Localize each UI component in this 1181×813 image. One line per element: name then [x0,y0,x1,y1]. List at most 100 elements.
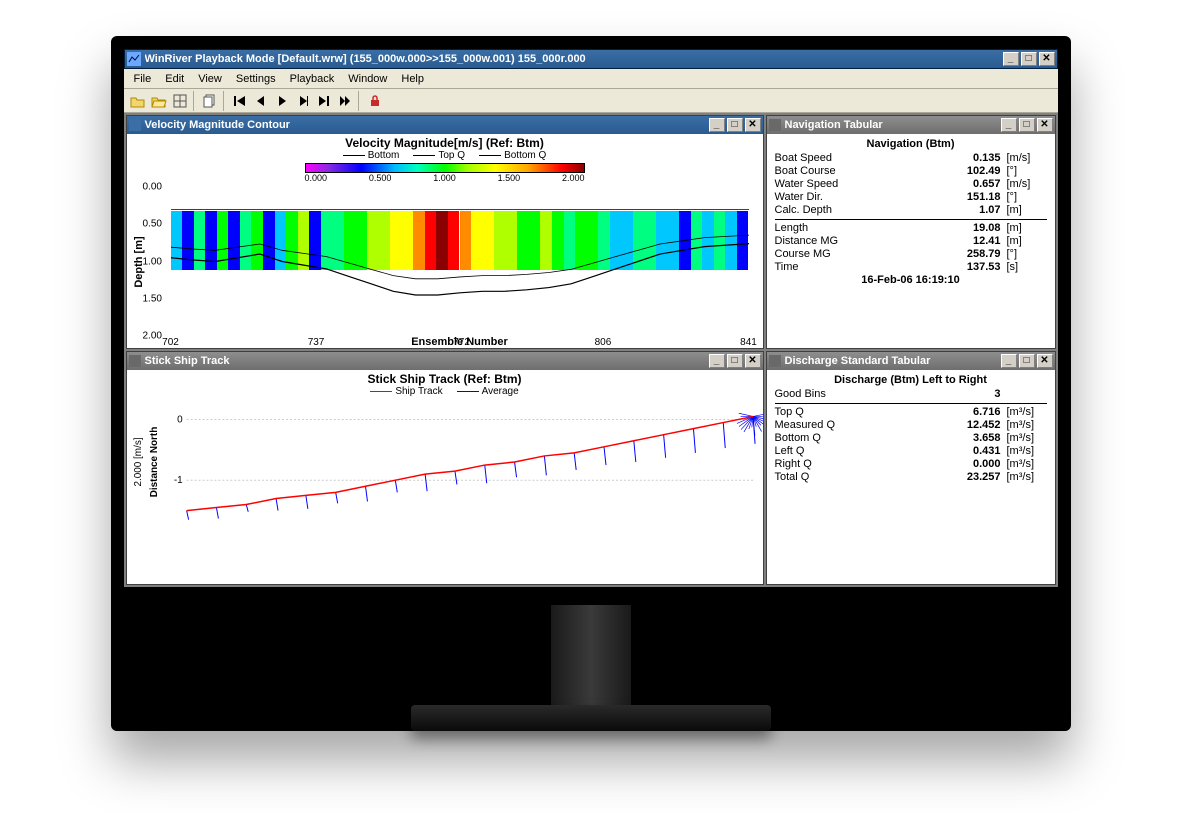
discharge-tabular-pane: Discharge Standard Tabular _ □ ✕ Dischar… [766,351,1056,585]
row-unit: [m³/s] [1001,406,1047,418]
colorbar [305,163,585,173]
screen: WinRiver Playback Mode [Default.wrw] (15… [123,48,1059,588]
table-row: Boat Course102.49[°] [775,165,1047,178]
legend-bottom: Bottom [368,150,400,161]
ship-pane-title: Stick Ship Track [145,355,709,367]
menu-edit[interactable]: Edit [159,71,190,87]
row-label: Boat Course [775,165,931,177]
nav-pane-title: Navigation Tabular [785,119,1001,131]
mdi-area: Velocity Magnitude Contour _ □ ✕ Velocit… [124,113,1058,587]
table-row: Bottom Q3.658[m³/s] [775,432,1047,445]
legend-bottomq: Bottom Q [504,150,546,161]
pane-close-button[interactable]: ✕ [745,118,761,132]
open-icon[interactable] [128,91,148,111]
pane-icon [129,355,141,367]
pane-icon [769,355,781,367]
pane-minimize-button[interactable]: _ [1001,354,1017,368]
maximize-button[interactable]: □ [1021,52,1037,66]
table-row: Distance MG12.41[m] [775,235,1047,248]
pane-close-button[interactable]: ✕ [1037,118,1053,132]
velocity-contour-pane: Velocity Magnitude Contour _ □ ✕ Velocit… [126,115,764,349]
discharge-pane-title: Discharge Standard Tabular [785,355,1001,367]
timestamp: 16-Feb-06 16:19:10 [775,274,1047,286]
x-tick: 841 [740,337,757,348]
menu-window[interactable]: Window [342,71,393,87]
pane-maximize-button[interactable]: □ [1019,354,1035,368]
table-row: Measured Q12.452[m³/s] [775,419,1047,432]
row-value: 12.452 [931,419,1001,431]
colorbar-tick: 1.000 [433,173,456,183]
menu-help[interactable]: Help [395,71,430,87]
ship-track-pane: Stick Ship Track _ □ ✕ Stick Ship Track … [126,351,764,585]
fast-forward-icon[interactable] [335,91,355,111]
row-value: 23.257 [931,471,1001,483]
legend-topq: Top Q [438,150,465,161]
pane-close-button[interactable]: ✕ [1037,354,1053,368]
legend-average: Average [482,386,519,397]
pane-minimize-button[interactable]: _ [1001,118,1017,132]
pane-maximize-button[interactable]: □ [727,354,743,368]
row-value: 0.431 [931,445,1001,457]
svg-text:2.000 [m/s]: 2.000 [m/s] [132,437,143,486]
pane-minimize-button[interactable]: _ [709,118,725,132]
row-label: Length [775,222,931,234]
y-tick: 0.50 [143,219,162,230]
menu-playback[interactable]: Playback [284,71,341,87]
row-value: 3.658 [931,432,1001,444]
x-tick: 737 [308,337,325,348]
row-unit: [m/s] [1001,152,1047,164]
menu-view[interactable]: View [192,71,228,87]
row-unit: [m/s] [1001,178,1047,190]
navigation-tabular-pane: Navigation Tabular _ □ ✕ Navigation (Btm… [766,115,1056,349]
lock-icon[interactable] [365,91,385,111]
table-row: Water Speed0.657[m/s] [775,178,1047,191]
menu-file[interactable]: File [128,71,158,87]
row-value: 19.08 [931,222,1001,234]
play-icon[interactable] [272,91,292,111]
row-value: 3 [931,388,1001,400]
row-unit: [°] [1001,248,1047,260]
nav-panel: Navigation (Btm) Boat Speed0.135[m/s]Boa… [767,134,1055,290]
row-label: Measured Q [775,419,931,431]
velocity-plot-area: Depth [m] Ensemble Number 0.000.501.001.… [171,187,749,336]
table-row: Water Dir.151.18[°] [775,191,1047,204]
last-icon[interactable] [314,91,334,111]
row-unit: [m³/s] [1001,458,1047,470]
table-row: Total Q23.257[m³/s] [775,471,1047,484]
svg-text:0: 0 [177,414,183,425]
x-tick: 806 [595,337,612,348]
prev-icon[interactable] [251,91,271,111]
app-title: WinRiver Playback Mode [Default.wrw] (15… [145,53,1003,65]
monitor-bezel [123,588,1059,606]
pane-close-button[interactable]: ✕ [745,354,761,368]
pane-maximize-button[interactable]: □ [727,118,743,132]
minimize-button[interactable]: _ [1003,52,1019,66]
row-label: Water Dir. [775,191,931,203]
table-row: Boat Speed0.135[m/s] [775,152,1047,165]
colorbar-tick: 2.000 [562,173,585,183]
row-value: 0.135 [931,152,1001,164]
first-icon[interactable] [230,91,250,111]
svg-text:Distance North: Distance North [148,427,159,498]
row-unit: [m] [1001,204,1047,216]
open-folder-icon[interactable] [149,91,169,111]
ship-legend: Ship Track Average [127,386,763,397]
menu-settings[interactable]: Settings [230,71,282,87]
ship-chart-title: Stick Ship Track (Ref: Btm) [127,372,763,386]
grid-icon[interactable] [170,91,190,111]
close-button[interactable]: ✕ [1039,52,1055,66]
next-icon[interactable] [293,91,313,111]
velocity-pane-title: Velocity Magnitude Contour [145,119,709,131]
velocity-legend: Bottom Top Q Bottom Q [133,150,757,161]
table-row: Left Q0.431[m³/s] [775,445,1047,458]
copy-icon[interactable] [200,91,220,111]
row-value: 6.716 [931,406,1001,418]
x-tick: 702 [162,337,179,348]
x-tick: 772 [453,337,470,348]
table-row: Calc. Depth1.07[m] [775,204,1047,217]
row-label: Water Speed [775,178,931,190]
pane-minimize-button[interactable]: _ [709,354,725,368]
row-label: Time [775,261,931,273]
pane-maximize-button[interactable]: □ [1019,118,1035,132]
menubar: File Edit View Settings Playback Window … [124,69,1058,89]
